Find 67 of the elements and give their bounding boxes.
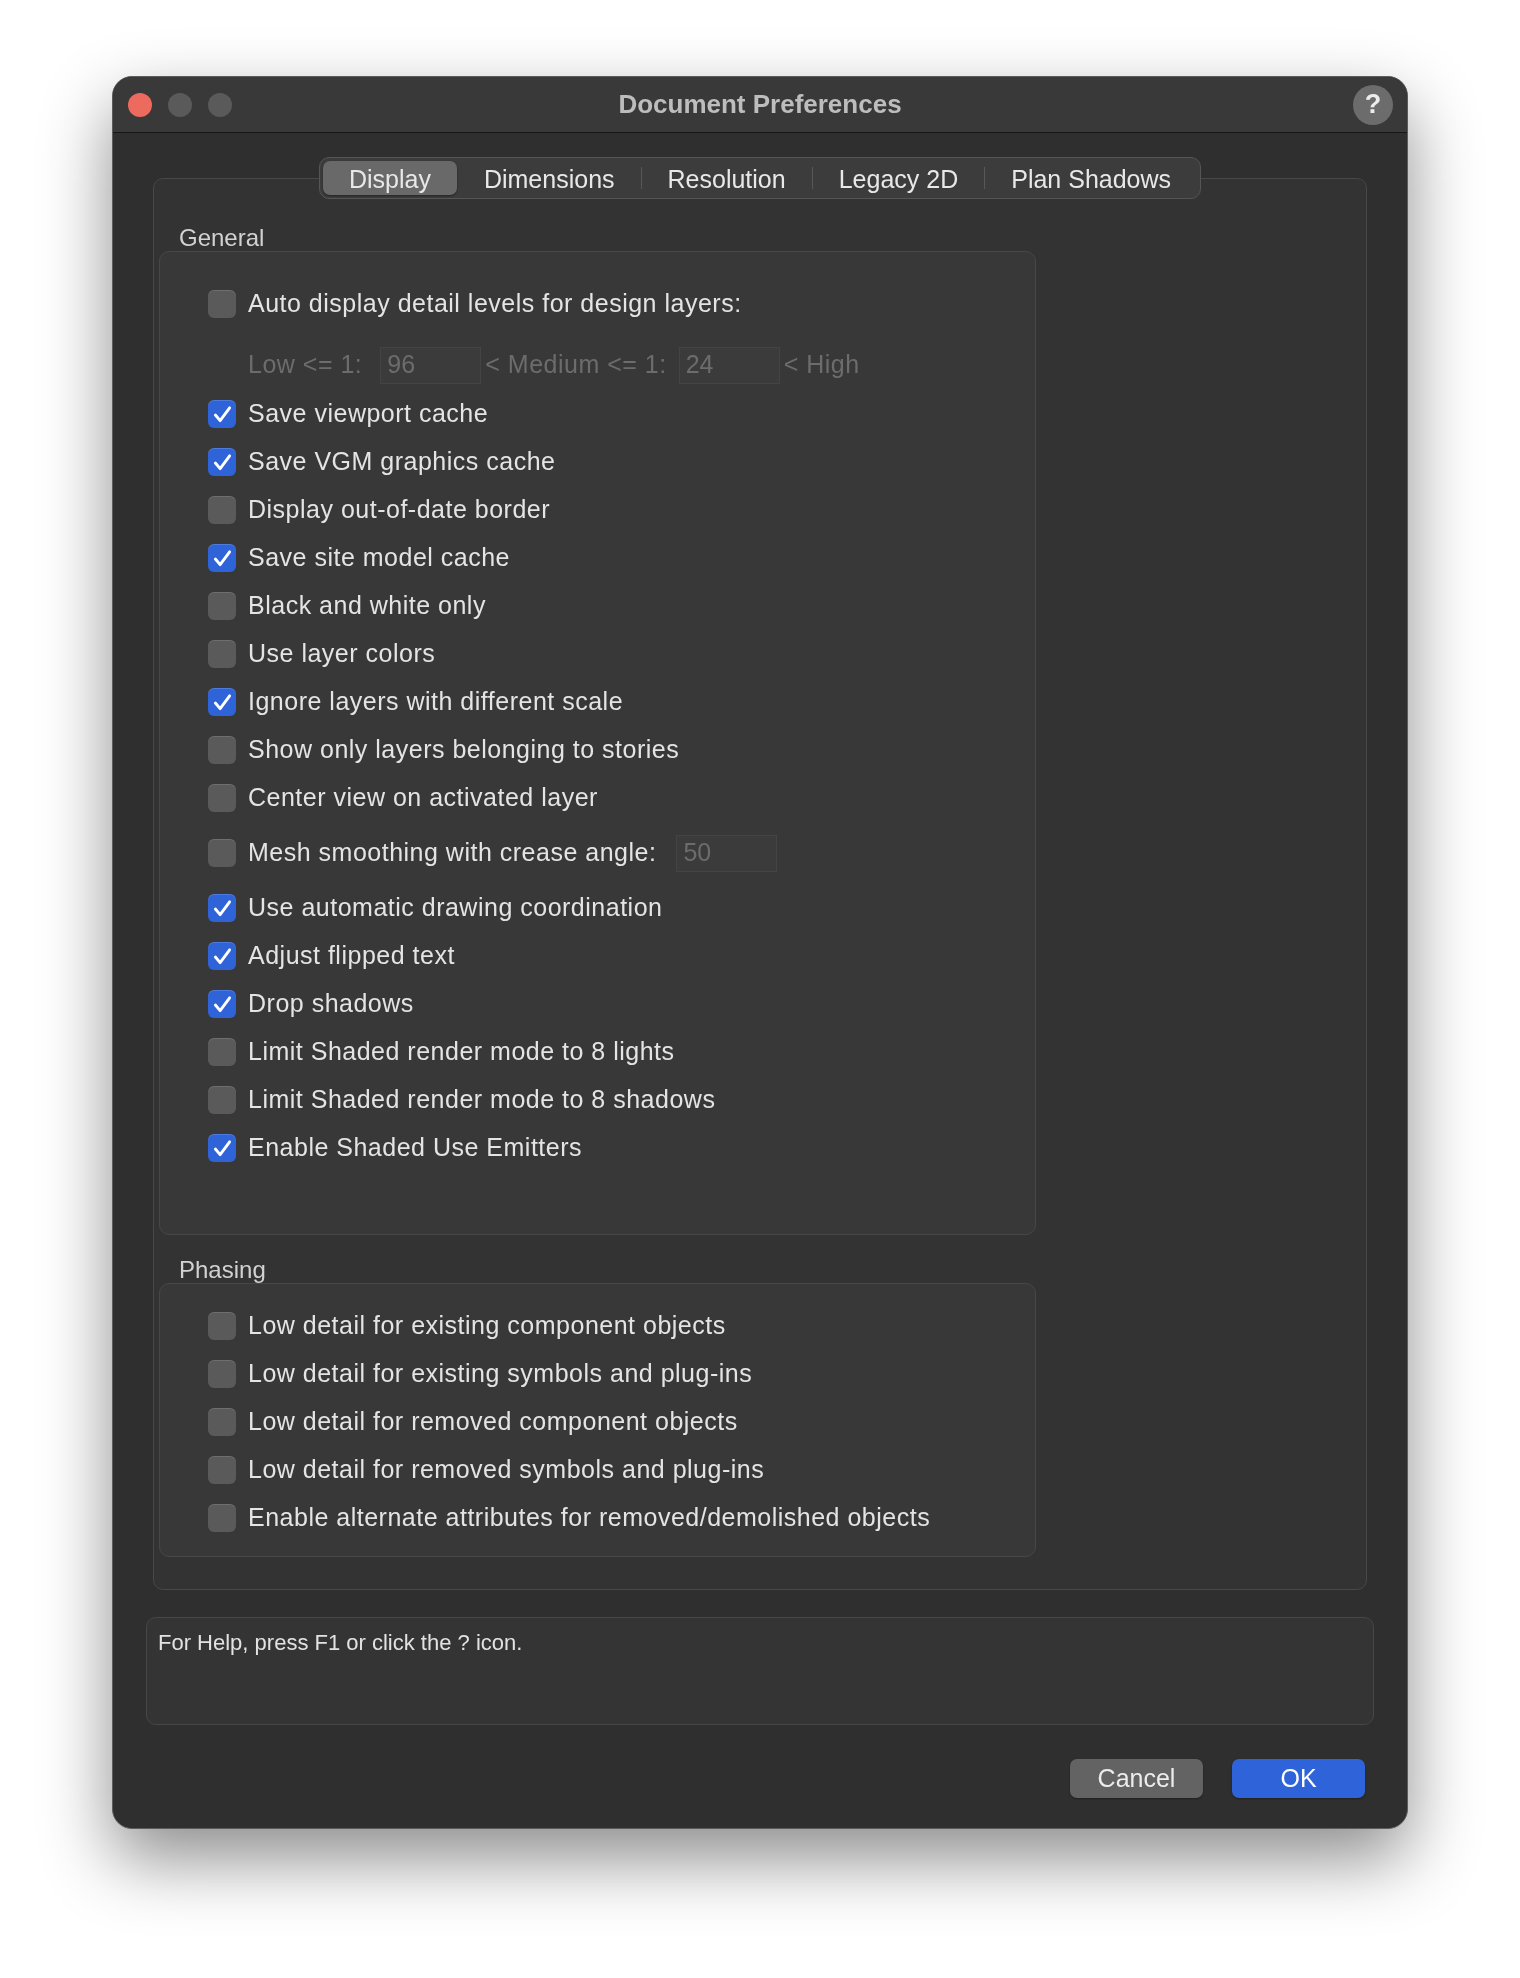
checkbox[interactable] <box>208 1086 236 1114</box>
close-icon[interactable] <box>128 92 152 117</box>
checkmark-icon <box>212 692 232 712</box>
section-title: General <box>178 225 266 251</box>
checkbox[interactable] <box>208 496 236 524</box>
checkbox-label: Limit Shaded render mode to 8 shadows <box>248 1084 716 1116</box>
checkbox[interactable] <box>208 544 236 572</box>
checkbox-label: Ignore layers with different scale <box>248 686 624 718</box>
checkbox-label: Mesh smoothing with crease angle: <box>248 837 657 869</box>
tab[interactable]: Legacy 2D <box>812 161 985 195</box>
checkbox[interactable] <box>208 736 236 764</box>
checkbox-label: Enable alternate attributes for removed/demolished objects <box>248 1502 931 1534</box>
checkbox[interactable] <box>208 990 236 1018</box>
zoom-icon[interactable] <box>208 92 232 117</box>
tab[interactable]: Display <box>322 161 457 195</box>
minimize-icon[interactable] <box>168 92 192 117</box>
checkbox-label: Low detail for existing component objects <box>248 1310 726 1342</box>
tab[interactable]: Resolution <box>641 161 812 195</box>
cancel-button[interactable]: Cancel <box>1070 1759 1203 1798</box>
checkmark-icon <box>212 548 232 568</box>
checkbox[interactable] <box>208 640 236 668</box>
checkbox-label: Adjust flipped text <box>248 940 455 972</box>
checkbox[interactable] <box>208 688 236 716</box>
section-title: Phasing <box>178 1257 267 1283</box>
checkbox-label: Show only layers belonging to stories <box>248 734 680 766</box>
help-button[interactable]: ? <box>1353 84 1393 125</box>
checkbox-label: Save VGM graphics cache <box>248 446 556 478</box>
tab[interactable]: Plan Shadows <box>985 161 1198 195</box>
checkbox-label: Use automatic drawing coordination <box>248 892 663 924</box>
window-title: Document Preferences <box>618 88 902 121</box>
checkbox[interactable] <box>208 839 236 867</box>
tab[interactable]: Dimensions <box>457 161 641 195</box>
checkbox[interactable] <box>208 400 236 428</box>
checkbox[interactable] <box>208 1312 236 1340</box>
checkbox-label: Auto display detail levels for design layers: <box>248 288 742 320</box>
checkbox-label: Low detail for removed symbols and plug-ins <box>248 1454 765 1486</box>
checkbox[interactable] <box>208 894 236 922</box>
checkbox[interactable] <box>208 592 236 620</box>
checkbox[interactable] <box>208 1038 236 1066</box>
checkbox-label: Low detail for existing symbols and plug-ins <box>248 1358 753 1390</box>
checkbox[interactable] <box>208 1504 236 1532</box>
checkbox[interactable] <box>208 784 236 812</box>
checkmark-icon <box>212 452 232 472</box>
checkbox-label: Enable Shaded Use Emitters <box>248 1132 582 1164</box>
checkbox[interactable] <box>208 1408 236 1436</box>
checkbox-label: Black and white only <box>248 590 486 622</box>
checkbox-label: Drop shadows <box>248 988 414 1020</box>
checkbox[interactable] <box>208 1134 236 1162</box>
checkbox-label: Use layer colors <box>248 638 436 670</box>
checkbox[interactable] <box>208 942 236 970</box>
checkmark-icon <box>212 994 232 1014</box>
checkbox-label: Display out-of-date border <box>248 494 551 526</box>
help-text: For Help, press F1 or click the ? icon. <box>158 1630 523 1655</box>
confirm-button[interactable]: OK <box>1232 1759 1365 1798</box>
checkmark-icon <box>212 898 232 918</box>
checkbox[interactable] <box>208 1456 236 1484</box>
checkbox[interactable] <box>208 290 236 318</box>
checkmark-icon <box>212 1138 232 1158</box>
checkbox-label: Save site model cache <box>248 542 511 574</box>
checkmark-icon <box>212 404 232 424</box>
checkbox-label: Center view on activated layer <box>248 782 598 814</box>
checkbox-label: Low detail for removed component objects <box>248 1406 738 1438</box>
checkbox-label: Limit Shaded render mode to 8 lights <box>248 1036 675 1068</box>
checkmark-icon <box>212 946 232 966</box>
checkbox[interactable] <box>208 448 236 476</box>
checkbox-label: Save viewport cache <box>248 398 489 430</box>
checkbox[interactable] <box>208 1360 236 1388</box>
